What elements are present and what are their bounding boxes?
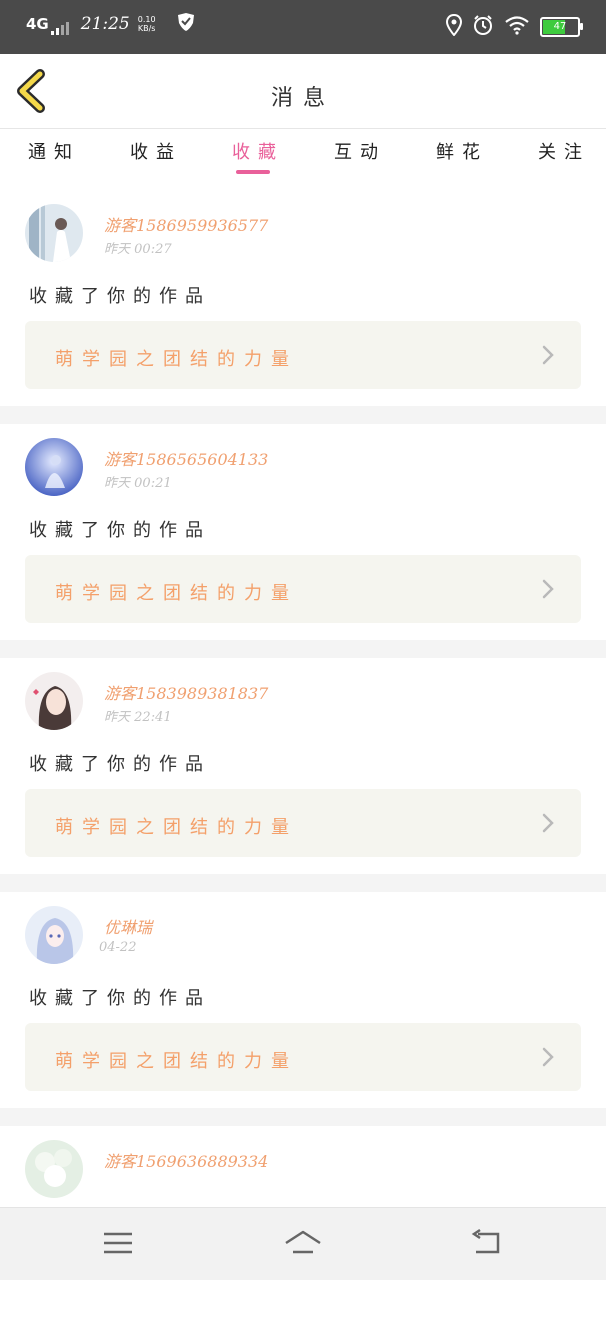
tab-interactions[interactable]: 互动 (334, 138, 386, 164)
chevron-right-icon (542, 579, 554, 599)
avatar[interactable] (25, 1140, 83, 1198)
network-speed: 0.10 KB/s (138, 15, 156, 33)
avatar[interactable] (25, 672, 83, 730)
divider (0, 874, 606, 892)
favorites-feed: 游客1586959936577 昨天 00:27 收藏了你的作品 萌学园之团结的… (0, 190, 606, 1342)
work-card[interactable]: 萌学园之团结的力量 (25, 789, 581, 857)
work-card[interactable]: 萌学园之团结的力量 (25, 555, 581, 623)
network-type: 4G (26, 14, 49, 33)
tab-earnings[interactable]: 收益 (130, 138, 182, 164)
tab-bar: 通知 收益 收藏 互动 鲜花 关注 (0, 128, 606, 176)
battery-icon: 47 (540, 17, 583, 37)
action-text: 收藏了你的作品 (29, 988, 211, 1009)
page-title: 消息 (270, 86, 335, 111)
alarm-icon (472, 14, 494, 40)
work-title: 萌学园之团结的力量 (55, 583, 298, 604)
list-item: 游客1586959936577 昨天 00:27 收藏了你的作品 萌学园之团结的… (0, 190, 606, 406)
timestamp: 昨天 00:27 (104, 242, 172, 257)
divider (0, 406, 606, 424)
avatar[interactable] (25, 438, 83, 496)
divider (0, 640, 606, 658)
avatar[interactable] (25, 906, 83, 964)
list-item: 游客1583989381837 昨天 22:41 收藏了你的作品 萌学园之团结的… (0, 658, 606, 874)
action-text: 收藏了你的作品 (29, 754, 211, 775)
menu-button[interactable] (98, 1226, 138, 1260)
home-icon (285, 1230, 321, 1254)
home-button[interactable] (283, 1226, 323, 1260)
location-icon (445, 13, 463, 40)
menu-icon (104, 1232, 132, 1254)
active-tab-indicator (236, 170, 270, 174)
timestamp: 04-22 (99, 940, 137, 955)
chevron-right-icon (542, 345, 554, 365)
wifi-icon (504, 15, 530, 39)
divider (0, 1108, 606, 1126)
chevron-right-icon (542, 813, 554, 833)
avatar[interactable] (25, 204, 83, 262)
action-text: 收藏了你的作品 (29, 286, 211, 307)
status-bar: 4G 21:25 0.10 KB/s 47 (0, 0, 606, 54)
shield-icon (176, 12, 196, 36)
work-title: 萌学园之团结的力量 (55, 349, 298, 370)
user-name[interactable]: 优琳瑞 (104, 914, 152, 938)
user-name[interactable]: 游客1569636889334 (104, 1148, 268, 1172)
work-card[interactable]: 萌学园之团结的力量 (25, 321, 581, 389)
user-name[interactable]: 游客1586565604133 (104, 446, 268, 470)
work-title: 萌学园之团结的力量 (55, 817, 298, 838)
tab-following[interactable]: 关注 (538, 138, 590, 164)
list-item: 游客1586565604133 昨天 00:21 收藏了你的作品 萌学园之团结的… (0, 424, 606, 640)
system-nav-bar (0, 1207, 606, 1280)
work-card[interactable]: 萌学园之团结的力量 (25, 1023, 581, 1091)
timestamp: 昨天 22:41 (104, 710, 172, 725)
tab-flowers[interactable]: 鲜花 (436, 138, 488, 164)
action-text: 收藏了你的作品 (29, 520, 211, 541)
timestamp: 昨天 00:21 (104, 476, 172, 491)
signal-icon (50, 21, 69, 35)
header: 消息 (0, 54, 606, 129)
tab-favorites[interactable]: 收藏 (232, 138, 284, 164)
return-icon (471, 1228, 500, 1254)
work-title: 萌学园之团结的力量 (55, 1051, 298, 1072)
list-item: 优琳瑞 04-22 收藏了你的作品 萌学园之团结的力量 (0, 892, 606, 1108)
speed-unit: KB/s (137, 24, 156, 33)
back-nav-button[interactable] (468, 1226, 508, 1260)
tab-notifications[interactable]: 通知 (28, 138, 80, 164)
chevron-right-icon (542, 1047, 554, 1067)
battery-level: 47 (553, 21, 567, 32)
speed-value: 0.10 (137, 15, 156, 24)
status-time: 21:25 (80, 14, 130, 34)
user-name[interactable]: 游客1583989381837 (104, 680, 268, 704)
user-name[interactable]: 游客1586959936577 (104, 212, 268, 236)
